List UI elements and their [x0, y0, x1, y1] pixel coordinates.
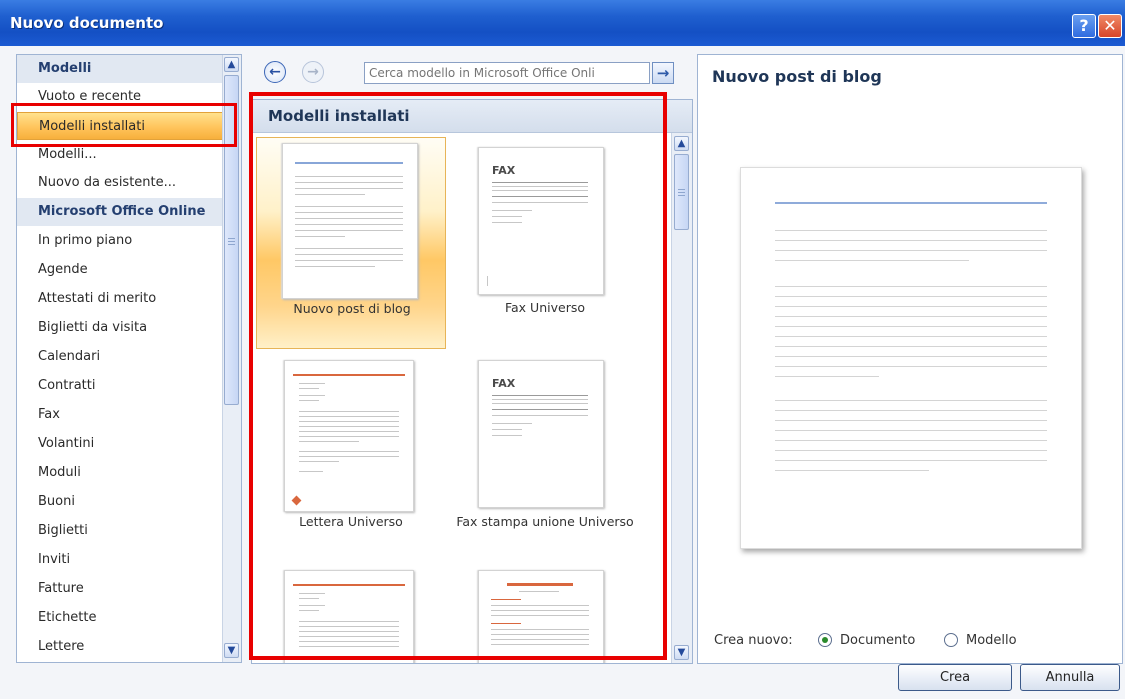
category-item-moduli[interactable]: Moduli	[17, 459, 229, 487]
search-input[interactable]	[364, 62, 650, 84]
radio-modello[interactable]	[944, 633, 958, 647]
category-item-inviti[interactable]: Inviti	[17, 546, 229, 574]
templates-scrollbar[interactable]: ▲ ▼	[671, 133, 692, 663]
scroll-up-icon[interactable]: ▲	[224, 57, 239, 72]
preview-pane: Nuovo post di blog Crea nuovo: Documento…	[697, 54, 1123, 664]
category-item-attestati-di-merito[interactable]: Attestati di merito	[17, 285, 229, 313]
radio-documento-label[interactable]: Documento	[840, 633, 915, 648]
category-item-in-primo-piano[interactable]: In primo piano	[17, 227, 229, 255]
arrow-left-icon[interactable]: ←	[264, 61, 286, 83]
category-header-modelli: Modelli	[17, 55, 229, 83]
highlight-frame-category	[11, 103, 237, 147]
category-item-volantini[interactable]: Volantini	[17, 430, 229, 458]
scroll-down-icon[interactable]: ▼	[674, 645, 689, 660]
category-item-fax[interactable]: Fax	[17, 401, 229, 429]
create-new-label: Crea nuovo:	[714, 633, 793, 648]
category-item-buoni[interactable]: Buoni	[17, 488, 229, 516]
title-bar: Nuovo documento ? ✕	[0, 0, 1125, 46]
scroll-up-icon[interactable]: ▲	[674, 136, 689, 151]
highlight-frame-templates	[249, 92, 667, 660]
scroll-down-icon[interactable]: ▼	[224, 643, 239, 658]
category-item-etichette[interactable]: Etichette	[17, 604, 229, 632]
category-item-contratti[interactable]: Contratti	[17, 372, 229, 400]
category-item-agende[interactable]: Agende	[17, 256, 229, 284]
category-item-nuovo-da-esistente[interactable]: Nuovo da esistente...	[17, 169, 229, 197]
window-title: Nuovo documento	[10, 14, 164, 32]
search-go-button[interactable]: →	[652, 62, 674, 84]
category-item-biglietti-da-visita[interactable]: Biglietti da visita	[17, 314, 229, 342]
preview-page	[740, 167, 1082, 549]
create-button[interactable]: Crea	[898, 664, 1012, 691]
radio-documento[interactable]	[818, 633, 832, 647]
radio-modello-label[interactable]: Modello	[966, 633, 1017, 648]
arrow-right-icon[interactable]: →	[302, 61, 324, 83]
preview-title: Nuovo post di blog	[712, 67, 882, 86]
category-item-lettere[interactable]: Lettere	[17, 633, 229, 661]
templates-scroll-thumb[interactable]	[674, 154, 689, 230]
category-item-fatture[interactable]: Fatture	[17, 575, 229, 603]
cancel-button[interactable]: Annulla	[1020, 664, 1120, 691]
new-document-dialog: Nuovo documento ? ✕ Modelli Vuoto e rece…	[0, 0, 1125, 699]
help-button[interactable]: ?	[1072, 14, 1096, 38]
category-item-biglietti[interactable]: Biglietti	[17, 517, 229, 545]
category-item-calendari[interactable]: Calendari	[17, 343, 229, 371]
category-header-office-online: Microsoft Office Online	[17, 198, 229, 226]
close-button[interactable]: ✕	[1098, 14, 1122, 38]
